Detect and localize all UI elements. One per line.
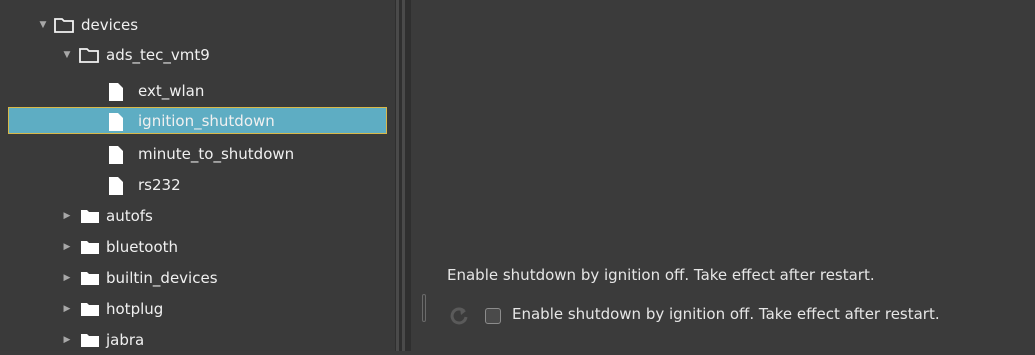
file-icon — [109, 146, 123, 164]
folder-icon — [81, 303, 99, 316]
collapsed-caret-icon[interactable]: ▶ — [62, 294, 72, 324]
file-icon — [109, 83, 123, 101]
detail-panel: Enable shutdown by ignition off. Take ef… — [411, 0, 1035, 351]
tree-item-builtin_devices[interactable]: ▶ builtin_devices — [0, 263, 395, 293]
tree-item-label: devices — [81, 16, 139, 34]
file-icon — [109, 113, 123, 131]
setting-description: Enable shutdown by ignition off. Take ef… — [447, 266, 875, 284]
tree-item-label: ads_tec_vmt9 — [106, 46, 210, 64]
tree-item-label: rs232 — [138, 176, 181, 194]
expanded-caret-icon[interactable]: ▼ — [38, 10, 48, 40]
tree-item-label: bluetooth — [106, 238, 179, 256]
tree-item-ignition_shutdown[interactable]: ignition_shutdown — [0, 106, 395, 136]
folder-open-icon — [54, 18, 74, 33]
tree-item-minute_to_shutdown[interactable]: minute_to_shutdown — [0, 139, 395, 169]
expanded-caret-icon[interactable]: ▼ — [62, 40, 72, 70]
checkbox-label[interactable]: Enable shutdown by ignition off. Take ef… — [512, 305, 940, 323]
splitter-line — [402, 0, 405, 351]
settings-tree: ▼ devices ▼ ads_tec_vmt9 ext_wlan igniti… — [0, 0, 395, 351]
ignition-shutdown-checkbox[interactable] — [485, 308, 501, 324]
collapsed-caret-icon[interactable]: ▶ — [62, 201, 72, 231]
tree-item-label: builtin_devices — [106, 269, 218, 287]
tree-item-ads_tec_vmt9[interactable]: ▼ ads_tec_vmt9 — [0, 40, 395, 70]
panel-splitter[interactable] — [395, 0, 411, 351]
tree-item-label: ignition_shutdown — [138, 112, 275, 130]
splitter-line — [396, 0, 399, 351]
file-icon — [109, 177, 123, 195]
folder-icon — [81, 241, 99, 254]
resize-grip[interactable] — [422, 294, 426, 322]
tree-item-devices[interactable]: ▼ devices — [0, 10, 395, 40]
tree-item-rs232[interactable]: rs232 — [0, 170, 395, 200]
tree-item-label: ext_wlan — [138, 82, 205, 100]
tree-item-label: autofs — [106, 207, 153, 225]
reset-icon[interactable] — [450, 306, 470, 326]
tree-item-autofs[interactable]: ▶ autofs — [0, 201, 395, 231]
tree-item-hotplug[interactable]: ▶ hotplug — [0, 294, 395, 324]
tree-item-ext_wlan[interactable]: ext_wlan — [0, 76, 395, 106]
tree-item-bluetooth[interactable]: ▶ bluetooth — [0, 232, 395, 262]
folder-icon — [81, 210, 99, 223]
collapsed-caret-icon[interactable]: ▶ — [62, 232, 72, 262]
collapsed-caret-icon[interactable]: ▶ — [62, 263, 72, 293]
folder-open-icon — [79, 48, 99, 63]
folder-icon — [81, 272, 99, 285]
tree-item-label: minute_to_shutdown — [138, 145, 295, 163]
tree-item-label: hotplug — [106, 300, 164, 318]
